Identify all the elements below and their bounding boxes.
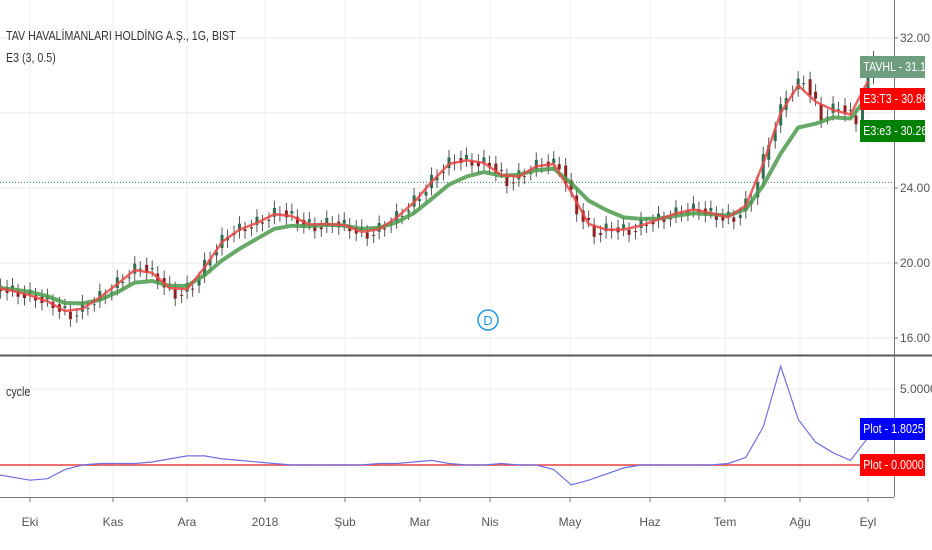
candle-body	[522, 176, 526, 178]
candle-body	[68, 311, 72, 320]
indicator-title[interactable]: E3 (3, 0.5)	[6, 50, 56, 65]
candle-body	[557, 164, 561, 170]
candle-body	[63, 306, 67, 308]
candle-body	[173, 289, 177, 299]
candle-body	[383, 228, 387, 230]
candle-body	[75, 315, 79, 317]
candle-body	[511, 182, 515, 184]
cycle-label-plot: Plot - 1.8025	[860, 418, 925, 440]
candle-body	[424, 191, 428, 196]
candle-body	[342, 219, 346, 224]
time-tick-label: Ağu	[789, 515, 810, 529]
candle-body	[180, 294, 184, 296]
candle-body	[499, 169, 503, 171]
candle-body	[627, 229, 631, 235]
candle-body	[709, 208, 713, 212]
time-tick-label: Mar	[410, 515, 431, 529]
time-tick-label: Tem	[714, 515, 737, 529]
price-label-tavhl: TAVHL - 31.14	[860, 56, 932, 78]
candle-body	[127, 277, 131, 279]
candle-body	[738, 214, 742, 218]
time-tick-label: Eki	[22, 515, 39, 529]
cycle-line	[0, 364, 869, 486]
candle-body	[854, 115, 858, 125]
time-tick-label: 2018	[252, 515, 279, 529]
candle-body	[365, 232, 369, 239]
time-tick-label: Nis	[481, 515, 498, 529]
candle-body	[138, 268, 142, 270]
candle-body	[150, 268, 154, 270]
cycle-label-zero: Plot - 0.0000	[860, 454, 925, 476]
price-tick-label: 32.00	[900, 31, 930, 45]
candle-body	[290, 211, 294, 214]
candle-body	[407, 210, 411, 213]
candle-body	[86, 308, 90, 309]
price-label-e3: E3:e3 - 30.26	[860, 120, 927, 142]
price-tick-label: 16.00	[900, 331, 930, 345]
candle-body	[372, 234, 376, 236]
dividend-marker-label: D	[483, 313, 492, 328]
candle-body	[464, 154, 468, 160]
price-tick-label: 20.00	[900, 256, 930, 270]
time-tick-label: Şub	[334, 515, 356, 529]
candle-body	[634, 231, 638, 233]
candle-body	[622, 224, 626, 229]
candle-body	[243, 229, 247, 232]
cycle-tick-label: 5.0000	[900, 382, 932, 396]
chart-window: D 16.00 20.00 24.00 32.00 5.0000 Eki Kas Ara 2018…	[0, 0, 932, 550]
candle-body	[505, 176, 509, 187]
time-tick-label: Ara	[178, 515, 197, 529]
candle-body	[599, 233, 603, 235]
candle-body	[552, 158, 556, 163]
price-label-t3: E3:T3 - 30.86	[860, 88, 928, 110]
candle-body	[307, 219, 311, 223]
candle-body	[802, 83, 806, 85]
candle-body	[191, 288, 195, 290]
time-tick-label: Eyl	[860, 515, 877, 529]
chart-canvas[interactable]: D 16.00 20.00 24.00 32.00 5.0000 Eki Kas Ara 2018…	[0, 0, 932, 550]
candle-body	[260, 222, 264, 224]
cycle-title[interactable]: cycle	[6, 384, 30, 399]
symbol-title: TAV HAVALİMANLARI HOLDİNG A.Ş., 1G, BIST	[6, 28, 236, 43]
price-tick-label: 24.00	[900, 181, 930, 195]
candle-body	[814, 91, 818, 99]
candle-body	[319, 227, 323, 230]
candle-body	[92, 304, 96, 306]
candle-body	[418, 199, 422, 202]
time-tick-label: May	[559, 515, 582, 529]
time-tick-label: Haz	[639, 515, 660, 529]
candle-body	[819, 104, 823, 121]
candle-body	[249, 227, 253, 229]
candle-body	[808, 79, 812, 96]
candle-body	[732, 217, 736, 222]
candle-body	[267, 219, 271, 221]
time-tick-label: Kas	[103, 515, 124, 529]
